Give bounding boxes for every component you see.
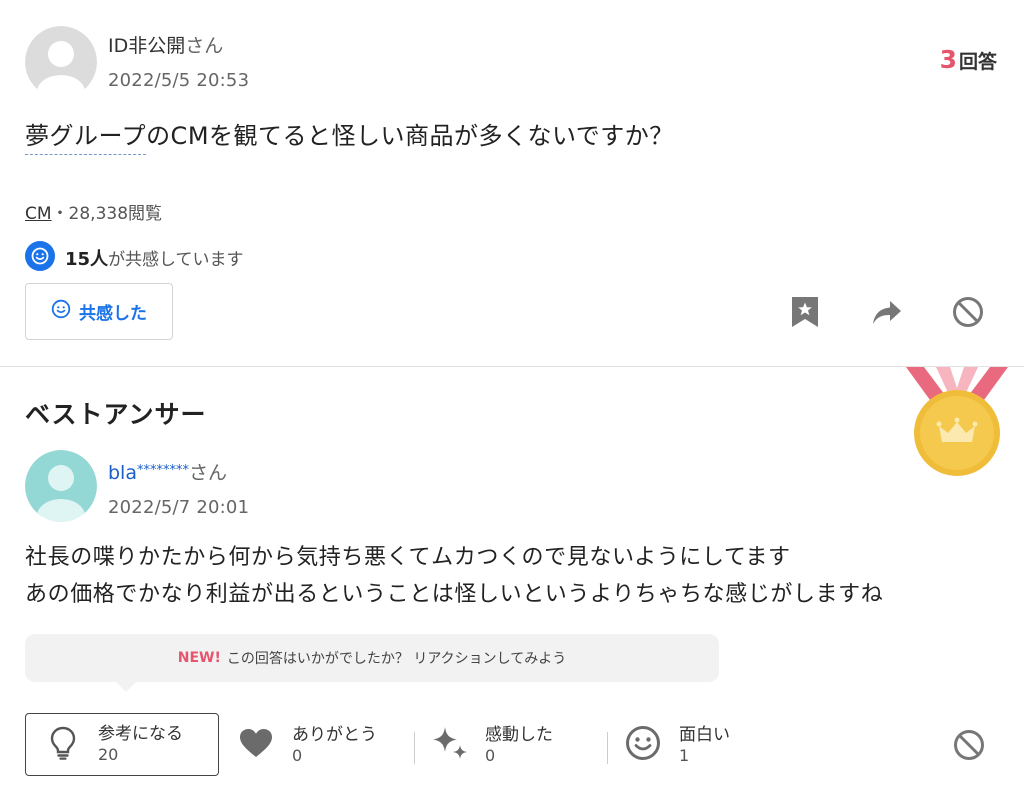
question-date: 2022/5/5 20:53	[108, 70, 250, 91]
category-tag-link[interactable]: CM	[25, 204, 52, 224]
heart-icon	[238, 727, 274, 763]
answer-block-icon[interactable]	[953, 729, 985, 761]
empathy-count: 15人	[65, 249, 109, 270]
reaction-thanks-button[interactable]: ありがとう 0	[238, 722, 377, 768]
answer-line: あの価格でかなり利益が出るということは怪しいというよりちゃちな感じがしますね	[25, 582, 884, 607]
reaction-moved-button[interactable]: 感動した 0	[431, 722, 553, 768]
bookmark-icon[interactable]	[791, 296, 819, 328]
question-meta: CM・28,338閲覧	[25, 199, 162, 224]
empathy-button[interactable]: 共感した	[25, 283, 173, 340]
block-icon[interactable]	[952, 296, 984, 328]
empathy-summary: 15人が共感しています	[25, 241, 244, 275]
section-divider	[0, 366, 1024, 367]
share-icon[interactable]	[872, 298, 902, 326]
question-text: 夢グループのCMを観てると怪しい商品が多くないですか？	[25, 116, 674, 155]
reaction-funny-button[interactable]: 面白い 1	[625, 722, 730, 768]
question-avatar[interactable]	[25, 26, 97, 98]
empathy-smile-icon	[25, 241, 55, 275]
answer-date: 2022/5/7 20:01	[108, 497, 250, 518]
answer-line: 社長の喋りかたから何から気持ち悪くてムカつくので見ないようにしてます	[25, 545, 791, 570]
new-badge: NEW!	[177, 650, 221, 666]
answer-username[interactable]: bla********さん	[108, 458, 227, 485]
answer-count[interactable]: 3 回答	[940, 45, 997, 74]
best-answer-title: ベストアンサー	[25, 400, 207, 429]
view-count: ・28,338閲覧	[51, 204, 163, 224]
prompt-tail	[116, 682, 136, 692]
best-answer-medal-icon	[906, 367, 1008, 481]
reaction-separator	[414, 732, 415, 764]
smile-icon	[51, 299, 71, 324]
question-keyword-link[interactable]: 夢グループ	[25, 122, 147, 155]
smile-icon	[625, 725, 661, 765]
answer-text: 社長の喋りかたから何から気持ち悪くてムカつくので見ないようにしてます あの価格で…	[25, 539, 883, 613]
reaction-helpful-button[interactable]: 参考になる 20	[25, 713, 219, 776]
sparkle-icon	[431, 723, 469, 767]
reaction-prompt: NEW! この回答はいかがでしたか？ リアクションしてみよう	[25, 634, 719, 682]
reaction-separator	[607, 732, 608, 764]
lightbulb-icon	[50, 726, 76, 764]
question-username[interactable]: ID非公開さん	[108, 31, 223, 58]
answer-avatar[interactable]	[25, 450, 97, 522]
